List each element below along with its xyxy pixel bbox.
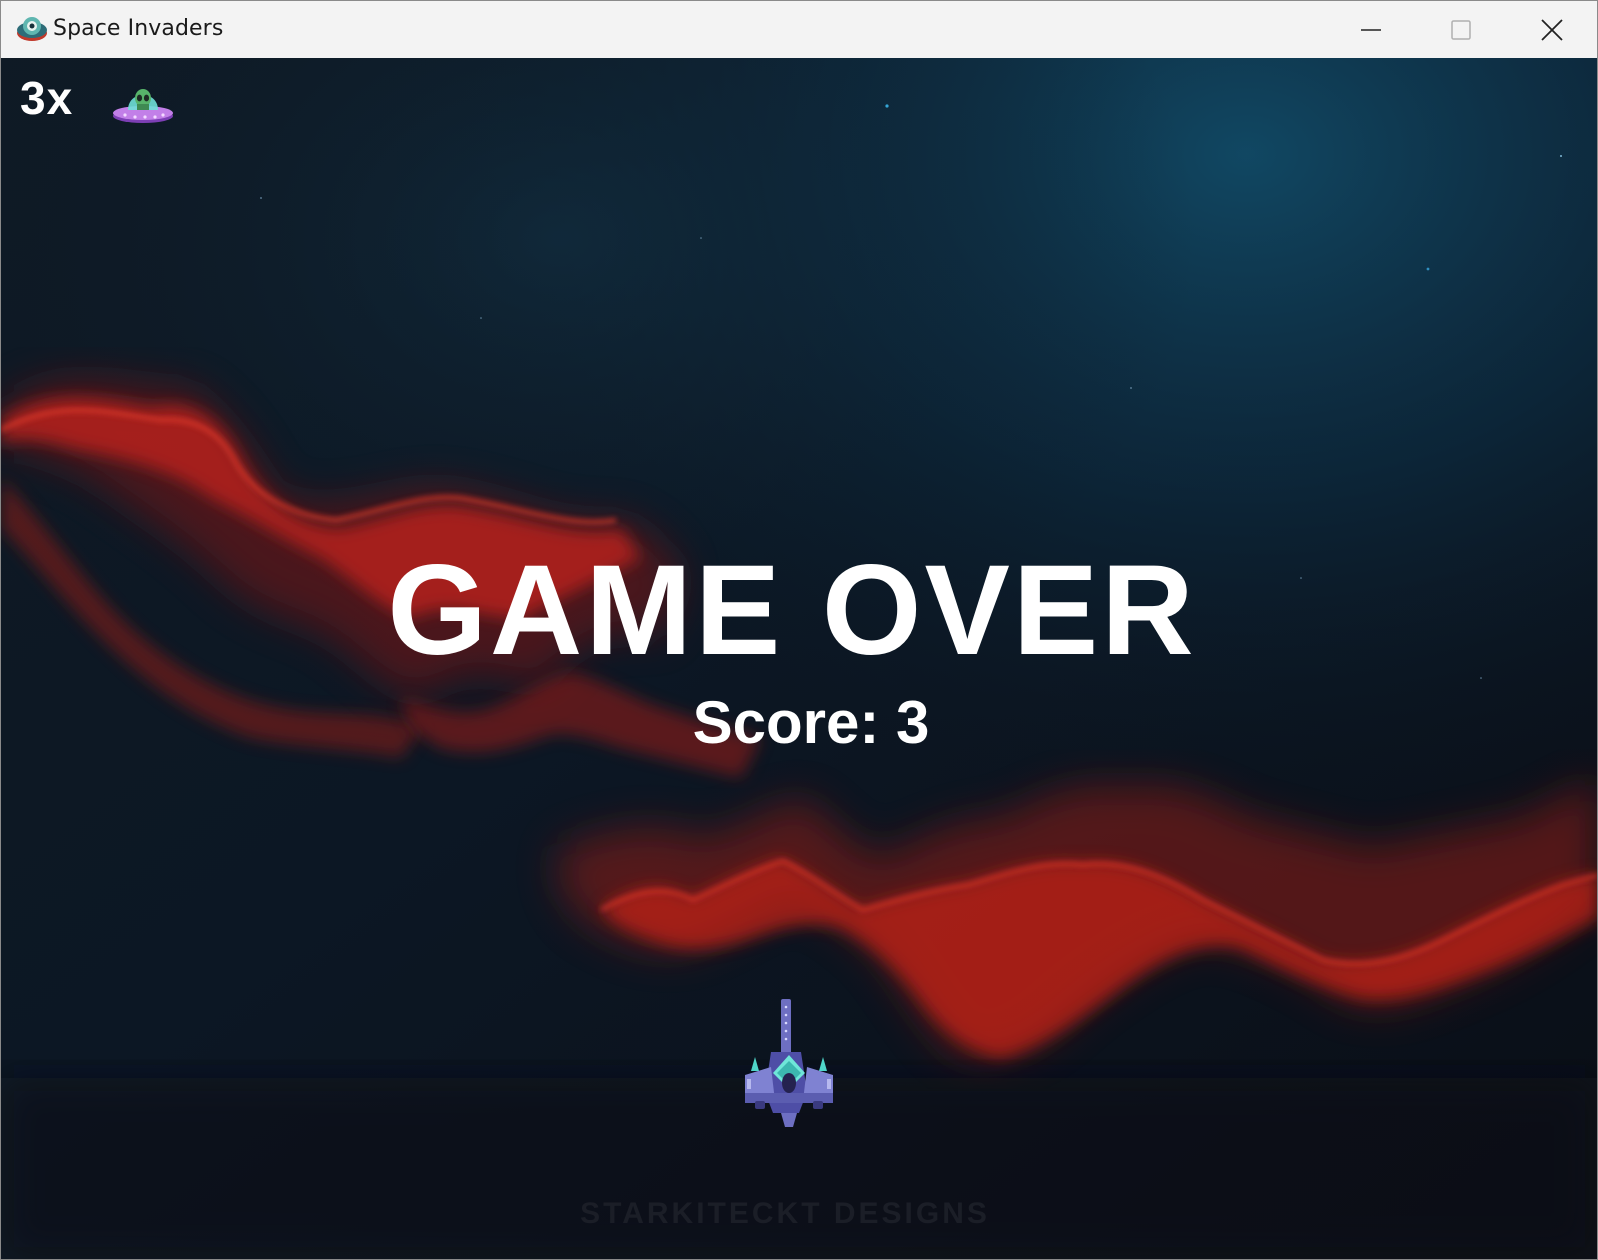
ufo-alien-icon [113,89,173,123]
window-title: Space Invaders [53,16,224,41]
close-icon [1541,18,1563,41]
title-bar[interactable]: Space Invaders [1,1,1597,58]
player-spaceship [745,999,833,1127]
close-button[interactable] [1507,1,1597,58]
minimize-button[interactable] [1326,1,1416,58]
lives-counter: 3x [20,72,74,124]
watermark: STARKITECKT DESIGNS [580,1197,990,1230]
game-window: Space Invaders 3x GAME OVER Score: 3 STA… [0,0,1598,1260]
final-score: Score: 3 [692,689,930,756]
alien-eye-icon [17,17,47,41]
game-over-title: GAME OVER [387,539,1197,682]
maximize-button[interactable] [1416,1,1506,58]
game-canvas[interactable]: 3x GAME OVER Score: 3 STARKITECKT DESIGN… [1,58,1597,1259]
maximize-icon [1451,19,1471,40]
minimize-icon [1361,28,1381,31]
